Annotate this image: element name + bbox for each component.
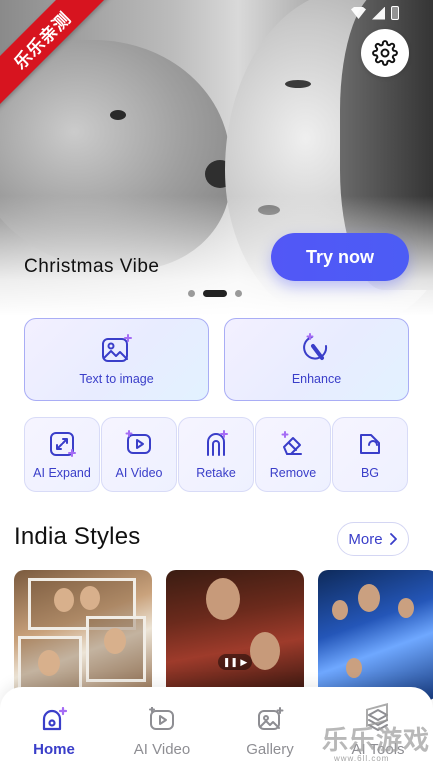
magic-wand-icon xyxy=(302,333,327,360)
gear-icon xyxy=(372,40,398,66)
section-title: India Styles xyxy=(14,523,141,550)
card-label: BG xyxy=(360,465,380,480)
carousel-dot-active[interactable] xyxy=(203,290,227,297)
watermark-url: www.6ll.com xyxy=(334,754,390,763)
chevron-right-icon xyxy=(389,533,397,545)
more-label: More xyxy=(348,530,383,548)
more-button[interactable]: More xyxy=(337,522,409,556)
carousel-dot[interactable] xyxy=(188,290,195,297)
enhance-card[interactable]: Enhance xyxy=(224,318,409,401)
card-label: AI Video xyxy=(115,465,163,480)
face-shape xyxy=(206,578,240,620)
card-label: AI Expand xyxy=(33,465,91,480)
video-chip: ❚❚ ▶ xyxy=(218,654,252,670)
video-icon xyxy=(149,707,174,730)
face-shape xyxy=(104,628,126,654)
face-shape xyxy=(398,598,414,618)
image-sparkle-icon xyxy=(101,334,132,362)
bg-card[interactable]: BG xyxy=(332,417,408,492)
video-icon xyxy=(125,429,151,454)
settings-button[interactable] xyxy=(361,29,409,77)
style-thumbnail[interactable] xyxy=(14,570,152,700)
style-thumbnail[interactable]: ❚❚ ▶ xyxy=(166,570,304,700)
card-label: Retake xyxy=(196,465,236,480)
face-shape xyxy=(80,586,100,610)
ai-video-card[interactable]: AI Video xyxy=(101,417,177,492)
nav-home[interactable]: Home xyxy=(9,707,99,758)
try-now-button[interactable]: Try now xyxy=(271,233,409,281)
retake-card[interactable]: Retake xyxy=(178,417,254,492)
nav-ai-video[interactable]: AI Video xyxy=(117,707,207,758)
nav-label: Home xyxy=(33,741,75,758)
dog-eye xyxy=(110,110,126,120)
style-thumbnail[interactable] xyxy=(318,570,433,700)
status-bar xyxy=(351,6,399,20)
home-sparkle-icon xyxy=(42,707,68,731)
face-shape xyxy=(358,584,380,612)
background-icon xyxy=(360,433,380,454)
face-shape xyxy=(38,650,60,676)
eraser-icon xyxy=(281,430,302,455)
battery-icon xyxy=(391,6,399,20)
app-screen: 乐乐亲测 Christmas Vibe Try now Text to imag… xyxy=(0,0,433,769)
face-shape xyxy=(54,588,74,612)
hero-title: Christmas Vibe xyxy=(24,256,160,277)
gallery-icon xyxy=(258,707,284,730)
signal-icon xyxy=(372,6,385,20)
expand-icon xyxy=(50,431,76,457)
card-label: Remove xyxy=(269,465,317,480)
remove-card[interactable]: Remove xyxy=(255,417,331,492)
nav-label: Gallery xyxy=(246,741,294,758)
card-label: Enhance xyxy=(291,372,342,386)
nav-label: AI Video xyxy=(133,741,191,758)
watermark-text: 乐乐游戏 xyxy=(322,725,431,755)
hero-banner[interactable]: 乐乐亲测 Christmas Vibe Try now xyxy=(0,0,433,316)
wifi-icon xyxy=(351,7,366,19)
nav-gallery[interactable]: Gallery xyxy=(225,707,315,758)
text-to-image-card[interactable]: Text to image xyxy=(24,318,209,401)
site-watermark: 乐乐游戏 www.6ll.com xyxy=(318,703,433,769)
retake-icon xyxy=(207,429,228,456)
face-shape xyxy=(346,658,362,678)
woman-eye xyxy=(285,80,311,88)
face-shape xyxy=(250,632,280,670)
card-label: Text to image xyxy=(79,372,154,386)
face-shape xyxy=(332,600,348,620)
ai-expand-card[interactable]: AI Expand xyxy=(24,417,100,492)
carousel-dot[interactable] xyxy=(235,290,242,297)
carousel-indicator xyxy=(188,290,242,297)
